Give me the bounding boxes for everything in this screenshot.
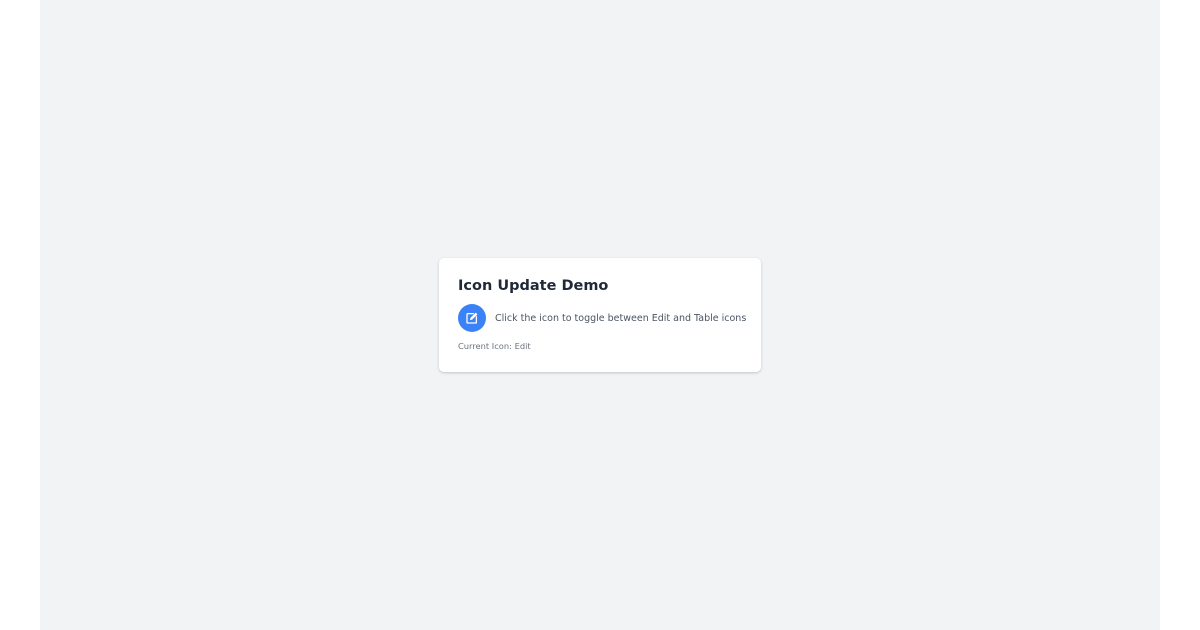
demo-card: Icon Update Demo Click the icon to toggl…: [439, 258, 761, 372]
app-background: Icon Update Demo Click the icon to toggl…: [40, 0, 1160, 630]
status-label: Current Icon:: [458, 341, 512, 351]
card-title: Icon Update Demo: [458, 278, 609, 294]
toggle-icon-button[interactable]: [458, 304, 486, 332]
current-icon-status: Current Icon: Edit: [458, 341, 742, 351]
edit-icon: [466, 312, 478, 324]
instruction-text: Click the icon to toggle between Edit an…: [495, 312, 747, 324]
status-value: Edit: [514, 341, 531, 351]
icon-row: Click the icon to toggle between Edit an…: [458, 304, 746, 332]
